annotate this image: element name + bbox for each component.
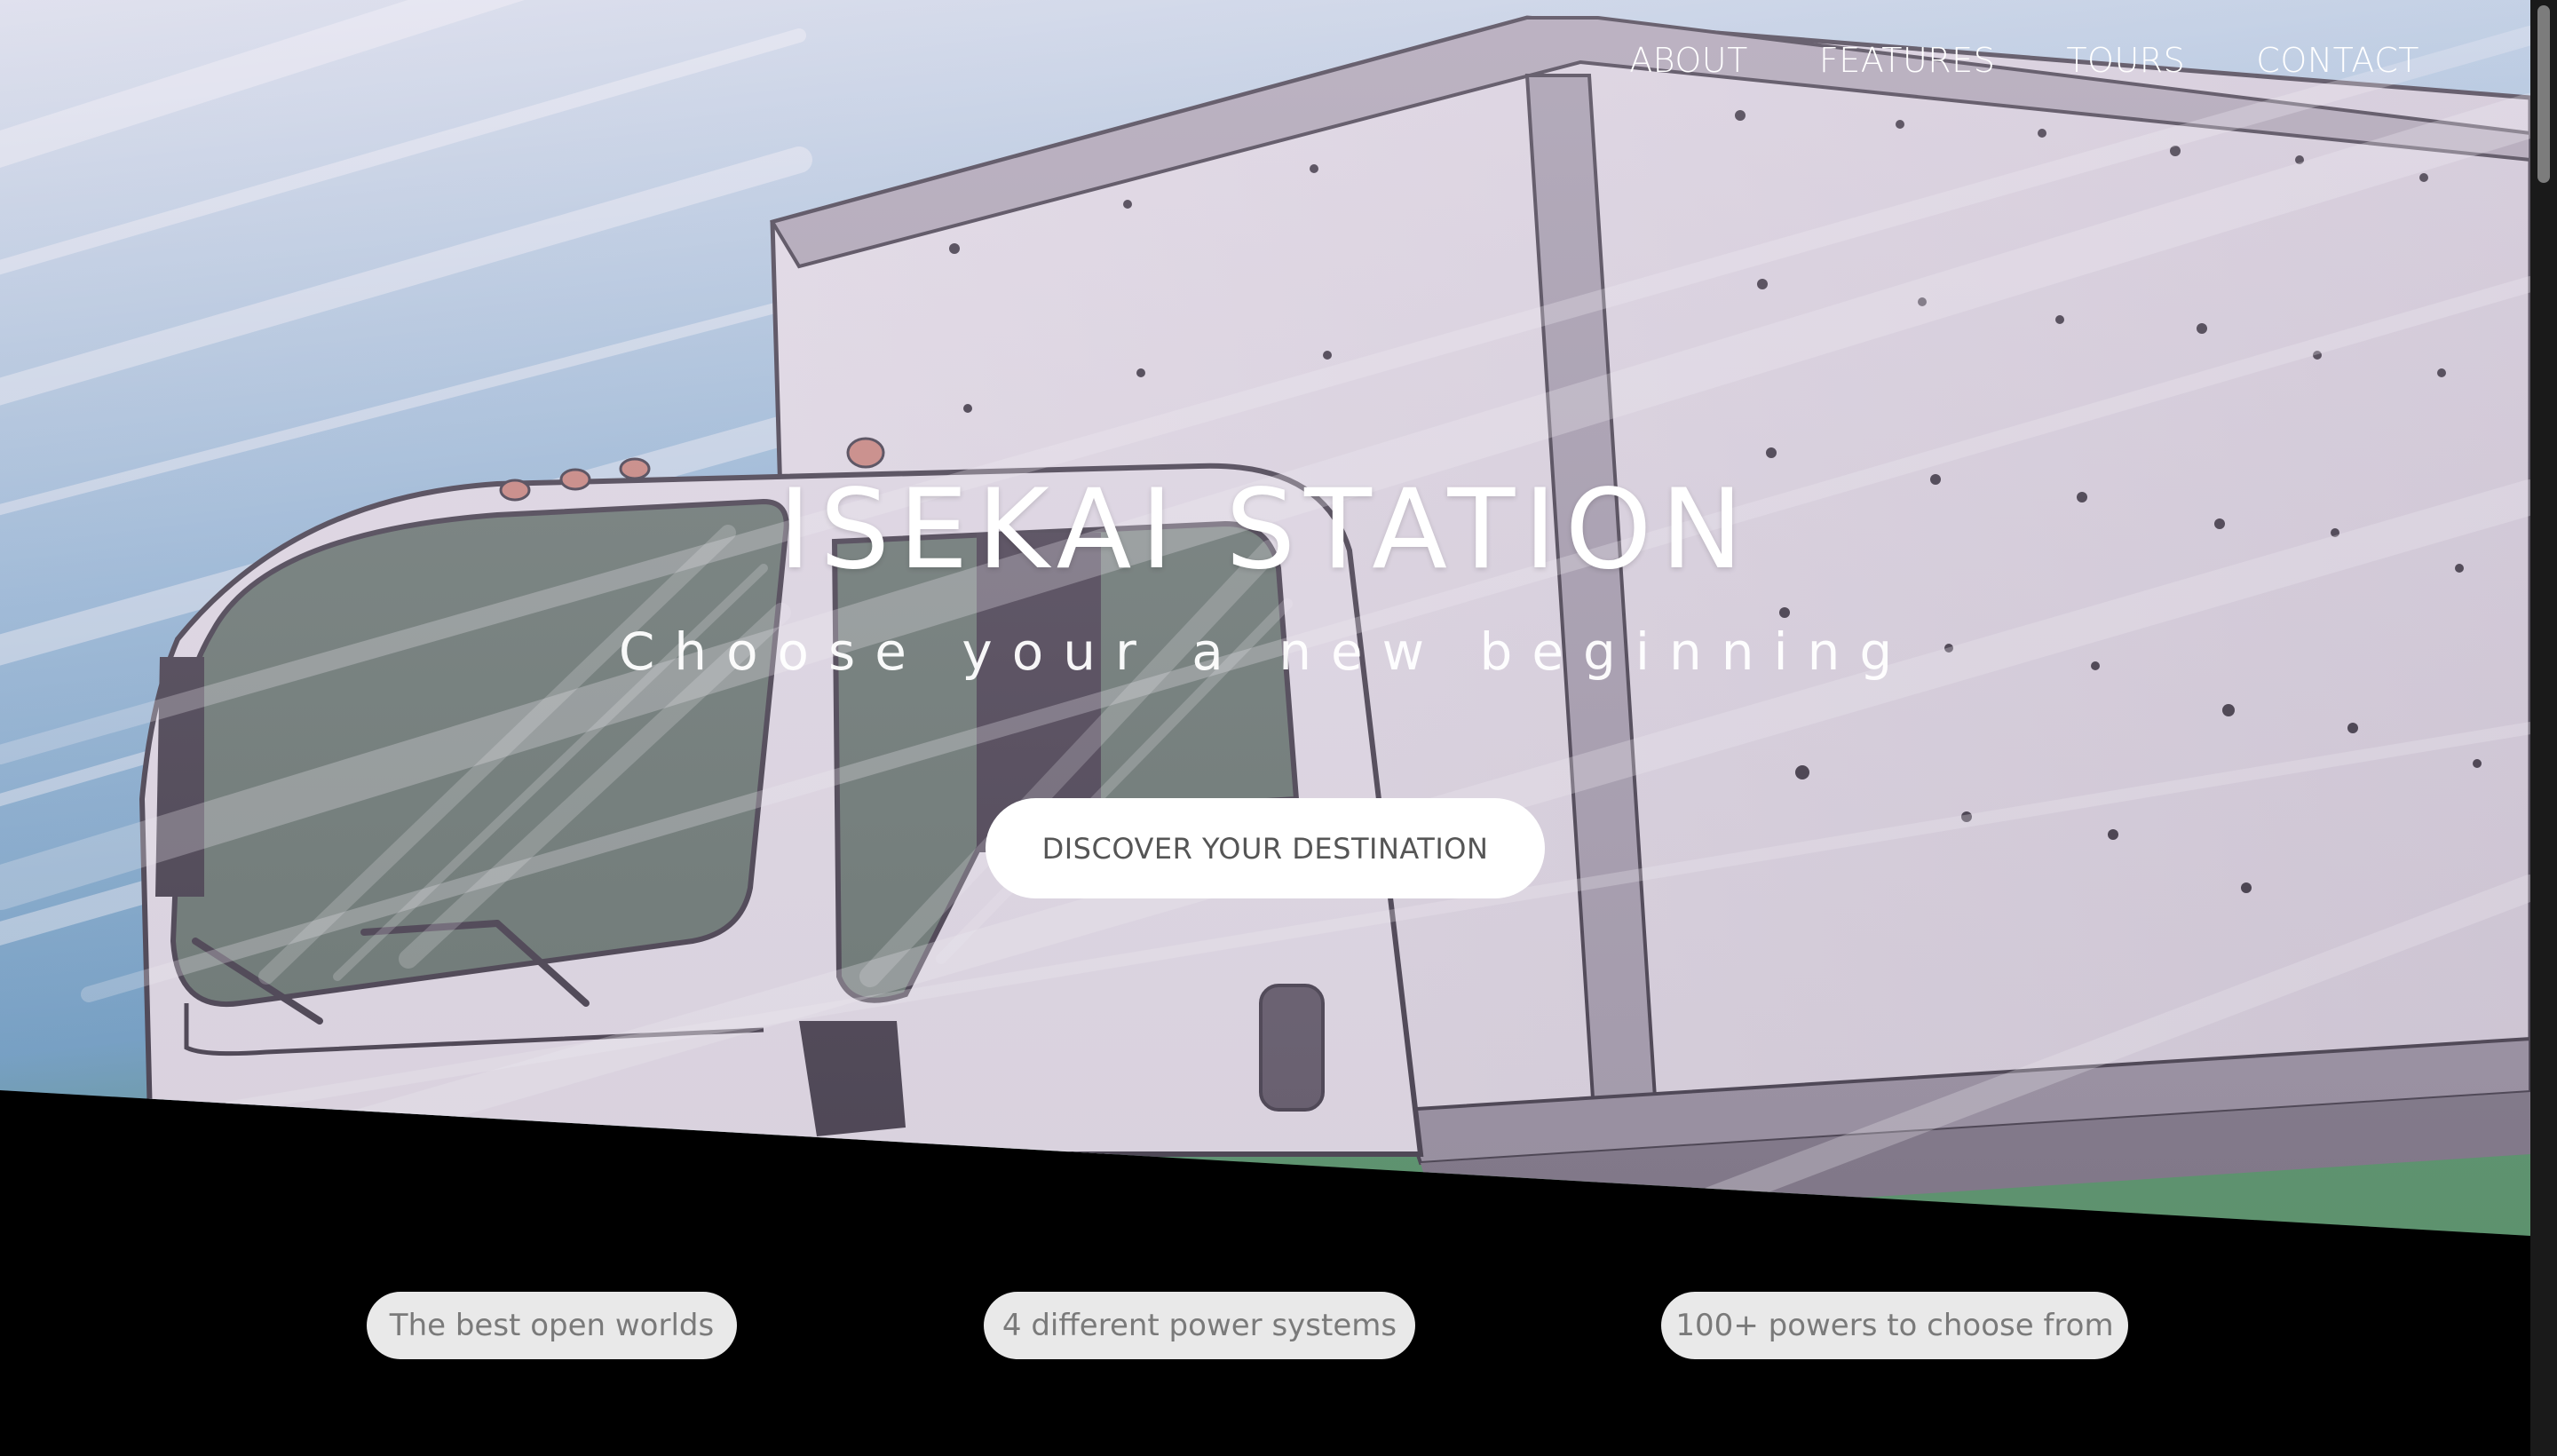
- hero-section: ABOUT FEATURES TOURS CONTACT ISEKAI STAT…: [0, 0, 2530, 1236]
- feature-pill-powers: 100+ powers to choose from: [1661, 1292, 2128, 1359]
- nav-link-contact[interactable]: CONTACT: [2256, 41, 2419, 80]
- feature-pill-power-systems: 4 different power systems: [984, 1292, 1415, 1359]
- features-section: The best open worlds 4 different power s…: [0, 1292, 2530, 1359]
- discover-destination-button[interactable]: DISCOVER YOUR DESTINATION: [986, 798, 1545, 898]
- hero-subtitle: Choose your a new beginning: [618, 621, 1912, 682]
- landing-page: ABOUT FEATURES TOURS CONTACT ISEKAI STAT…: [0, 0, 2530, 1456]
- scrollbar-thumb[interactable]: [2537, 5, 2550, 183]
- nav-link-tours[interactable]: TOURS: [2066, 41, 2185, 80]
- main-nav: ABOUT FEATURES TOURS CONTACT: [1629, 41, 2419, 80]
- nav-link-features[interactable]: FEATURES: [1819, 41, 1995, 80]
- page-scrollbar[interactable]: [2530, 0, 2557, 1456]
- hero-title: ISEKAI STATION: [778, 466, 1753, 594]
- feature-pill-open-worlds: The best open worlds: [367, 1292, 737, 1359]
- nav-link-about[interactable]: ABOUT: [1629, 41, 1748, 80]
